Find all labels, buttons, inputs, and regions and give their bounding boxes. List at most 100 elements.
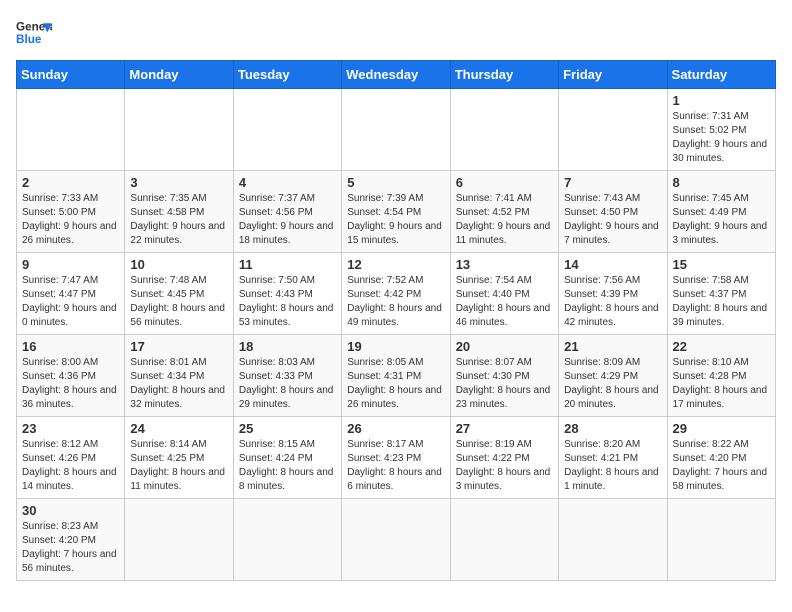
day-number: 5: [347, 175, 444, 190]
day-number: 8: [673, 175, 770, 190]
day-number: 13: [456, 257, 553, 272]
day-cell: 7 Sunrise: 7:43 AM Sunset: 4:50 PM Daylig…: [559, 171, 667, 253]
day-info: Sunrise: 7:39 AM Sunset: 4:54 PM Dayligh…: [347, 192, 444, 248]
day-info: Sunrise: 8:03 AM Sunset: 4:33 PM Dayligh…: [239, 356, 336, 412]
day-number: 10: [130, 257, 227, 272]
weekday-monday: Monday: [125, 61, 233, 89]
day-cell: 22Sunrise: 8:10 AM Sunset: 4:28 PM Dayli…: [667, 335, 775, 417]
day-cell: 20Sunrise: 8:07 AM Sunset: 4:30 PM Dayli…: [450, 335, 558, 417]
day-cell: [450, 499, 558, 581]
calendar-table: SundayMondayTuesdayWednesdayThursdayFrid…: [16, 60, 776, 581]
day-number: 4: [239, 175, 336, 190]
day-cell: 16Sunrise: 8:00 AM Sunset: 4:36 PM Dayli…: [17, 335, 125, 417]
day-cell: 4 Sunrise: 7:37 AM Sunset: 4:56 PM Daylig…: [233, 171, 341, 253]
day-number: 23: [22, 421, 119, 436]
day-info: Sunrise: 8:19 AM Sunset: 4:22 PM Dayligh…: [456, 438, 553, 494]
day-info: Sunrise: 8:22 AM Sunset: 4:20 PM Dayligh…: [673, 438, 770, 494]
day-number: 24: [130, 421, 227, 436]
day-number: 11: [239, 257, 336, 272]
weekday-sunday: Sunday: [17, 61, 125, 89]
weekday-header-row: SundayMondayTuesdayWednesdayThursdayFrid…: [17, 61, 776, 89]
day-cell: 17Sunrise: 8:01 AM Sunset: 4:34 PM Dayli…: [125, 335, 233, 417]
day-cell: 3 Sunrise: 7:35 AM Sunset: 4:58 PM Daylig…: [125, 171, 233, 253]
day-info: Sunrise: 8:23 AM Sunset: 4:20 PM Dayligh…: [22, 520, 119, 576]
weekday-wednesday: Wednesday: [342, 61, 450, 89]
day-cell: [17, 89, 125, 171]
day-cell: 30 Sunrise: 8:23 AM Sunset: 4:20 PM Dayli…: [17, 499, 125, 581]
weekday-friday: Friday: [559, 61, 667, 89]
day-info: Sunrise: 7:31 AM Sunset: 5:02 PM Dayligh…: [673, 110, 770, 166]
day-number: 28: [564, 421, 661, 436]
week-row-2: 2Sunrise: 7:33 AM Sunset: 5:00 PM Daylig…: [17, 171, 776, 253]
day-cell: 27 Sunrise: 8:19 AM Sunset: 4:22 PM Dayli…: [450, 417, 558, 499]
day-info: Sunrise: 8:00 AM Sunset: 4:36 PM Dayligh…: [22, 356, 119, 412]
day-number: 9: [22, 257, 119, 272]
day-number: 21: [564, 339, 661, 354]
day-cell: 25 Sunrise: 8:15 AM Sunset: 4:24 PM Dayli…: [233, 417, 341, 499]
day-cell: 29 Sunrise: 8:22 AM Sunset: 4:20 PM Dayli…: [667, 417, 775, 499]
day-cell: 5 Sunrise: 7:39 AM Sunset: 4:54 PM Daylig…: [342, 171, 450, 253]
day-info: Sunrise: 7:47 AM Sunset: 4:47 PM Dayligh…: [22, 274, 119, 330]
day-info: Sunrise: 8:09 AM Sunset: 4:29 PM Dayligh…: [564, 356, 661, 412]
week-row-5: 23 Sunrise: 8:12 AM Sunset: 4:26 PM Dayli…: [17, 417, 776, 499]
day-number: 3: [130, 175, 227, 190]
day-cell: 9 Sunrise: 7:47 AM Sunset: 4:47 PM Daylig…: [17, 253, 125, 335]
day-cell: [342, 499, 450, 581]
day-cell: 14Sunrise: 7:56 AM Sunset: 4:39 PM Dayli…: [559, 253, 667, 335]
day-number: 25: [239, 421, 336, 436]
day-number: 30: [22, 503, 119, 518]
day-cell: [233, 499, 341, 581]
day-cell: [233, 89, 341, 171]
weekday-thursday: Thursday: [450, 61, 558, 89]
day-number: 7: [564, 175, 661, 190]
day-cell: 23 Sunrise: 8:12 AM Sunset: 4:26 PM Dayli…: [17, 417, 125, 499]
day-info: Sunrise: 8:01 AM Sunset: 4:34 PM Dayligh…: [130, 356, 227, 412]
day-cell: 15 Sunrise: 7:58 AM Sunset: 4:37 PM Dayli…: [667, 253, 775, 335]
day-cell: [450, 89, 558, 171]
weekday-saturday: Saturday: [667, 61, 775, 89]
day-cell: 18Sunrise: 8:03 AM Sunset: 4:33 PM Dayli…: [233, 335, 341, 417]
day-cell: 26 Sunrise: 8:17 AM Sunset: 4:23 PM Dayli…: [342, 417, 450, 499]
day-number: 15: [673, 257, 770, 272]
day-info: Sunrise: 8:17 AM Sunset: 4:23 PM Dayligh…: [347, 438, 444, 494]
day-cell: 10 Sunrise: 7:48 AM Sunset: 4:45 PM Dayli…: [125, 253, 233, 335]
day-cell: 28 Sunrise: 8:20 AM Sunset: 4:21 PM Dayli…: [559, 417, 667, 499]
weekday-tuesday: Tuesday: [233, 61, 341, 89]
day-cell: 1Sunrise: 7:31 AM Sunset: 5:02 PM Daylig…: [667, 89, 775, 171]
day-cell: 19Sunrise: 8:05 AM Sunset: 4:31 PM Dayli…: [342, 335, 450, 417]
day-number: 26: [347, 421, 444, 436]
day-cell: 11 Sunrise: 7:50 AM Sunset: 4:43 PM Dayli…: [233, 253, 341, 335]
day-number: 27: [456, 421, 553, 436]
day-cell: 6Sunrise: 7:41 AM Sunset: 4:52 PM Daylig…: [450, 171, 558, 253]
day-info: Sunrise: 8:14 AM Sunset: 4:25 PM Dayligh…: [130, 438, 227, 494]
day-cell: 24 Sunrise: 8:14 AM Sunset: 4:25 PM Dayli…: [125, 417, 233, 499]
page-header: General Blue: [16, 16, 776, 52]
day-cell: 8 Sunrise: 7:45 AM Sunset: 4:49 PM Daylig…: [667, 171, 775, 253]
day-info: Sunrise: 8:15 AM Sunset: 4:24 PM Dayligh…: [239, 438, 336, 494]
day-info: Sunrise: 7:50 AM Sunset: 4:43 PM Dayligh…: [239, 274, 336, 330]
logo: General Blue: [16, 16, 52, 52]
day-info: Sunrise: 7:35 AM Sunset: 4:58 PM Dayligh…: [130, 192, 227, 248]
day-info: Sunrise: 7:33 AM Sunset: 5:00 PM Dayligh…: [22, 192, 119, 248]
day-number: 22: [673, 339, 770, 354]
day-info: Sunrise: 7:58 AM Sunset: 4:37 PM Dayligh…: [673, 274, 770, 330]
logo-icon: General Blue: [16, 16, 52, 52]
day-info: Sunrise: 8:12 AM Sunset: 4:26 PM Dayligh…: [22, 438, 119, 494]
day-info: Sunrise: 7:56 AM Sunset: 4:39 PM Dayligh…: [564, 274, 661, 330]
day-number: 29: [673, 421, 770, 436]
day-cell: [667, 499, 775, 581]
day-cell: [559, 89, 667, 171]
day-info: Sunrise: 7:43 AM Sunset: 4:50 PM Dayligh…: [564, 192, 661, 248]
day-info: Sunrise: 7:45 AM Sunset: 4:49 PM Dayligh…: [673, 192, 770, 248]
day-number: 20: [456, 339, 553, 354]
day-cell: [125, 499, 233, 581]
week-row-1: 1Sunrise: 7:31 AM Sunset: 5:02 PM Daylig…: [17, 89, 776, 171]
day-info: Sunrise: 7:48 AM Sunset: 4:45 PM Dayligh…: [130, 274, 227, 330]
day-info: Sunrise: 7:54 AM Sunset: 4:40 PM Dayligh…: [456, 274, 553, 330]
day-cell: 2Sunrise: 7:33 AM Sunset: 5:00 PM Daylig…: [17, 171, 125, 253]
day-cell: [559, 499, 667, 581]
day-info: Sunrise: 8:20 AM Sunset: 4:21 PM Dayligh…: [564, 438, 661, 494]
week-row-3: 9 Sunrise: 7:47 AM Sunset: 4:47 PM Daylig…: [17, 253, 776, 335]
day-info: Sunrise: 7:52 AM Sunset: 4:42 PM Dayligh…: [347, 274, 444, 330]
day-info: Sunrise: 7:37 AM Sunset: 4:56 PM Dayligh…: [239, 192, 336, 248]
